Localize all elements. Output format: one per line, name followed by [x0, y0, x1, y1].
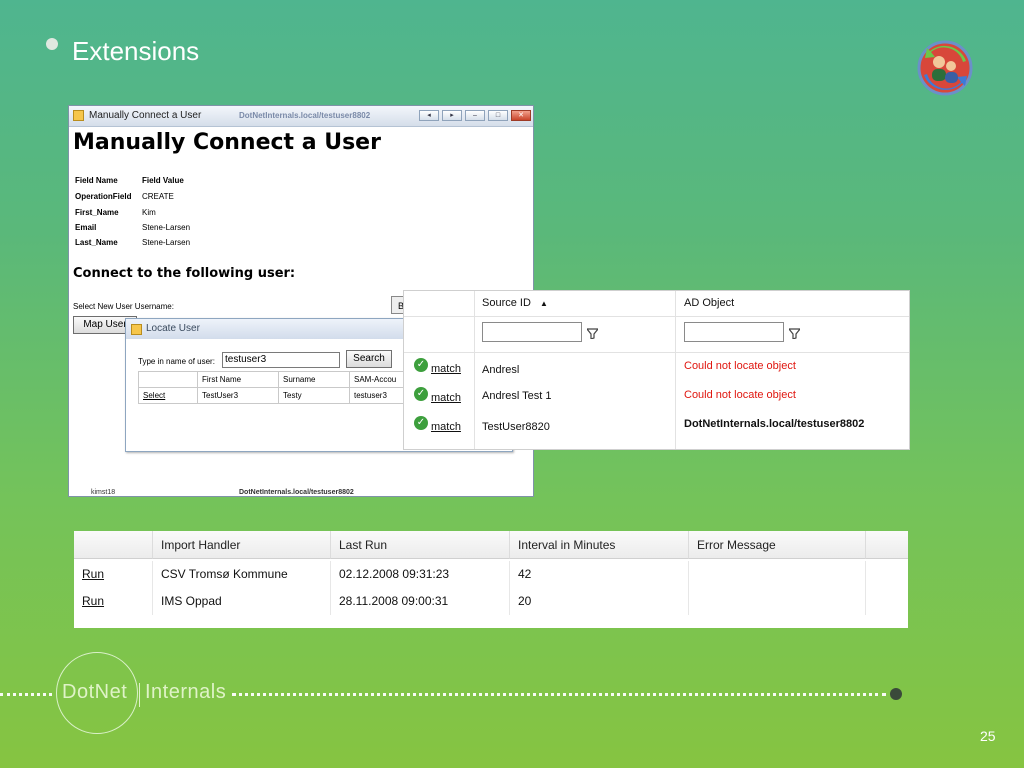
source-id-cell: TestUser8820 — [482, 421, 550, 433]
column-header[interactable]: Interval in Minutes — [510, 531, 689, 559]
page-number: 25 — [980, 728, 996, 744]
maximize-button[interactable]: □ — [488, 110, 508, 121]
funnel-icon[interactable] — [787, 328, 802, 342]
handler-cell: IMS Oppad — [153, 588, 331, 615]
back-button[interactable]: ◂ — [419, 110, 439, 121]
handler-cell: CSV Tromsø Kommune — [153, 561, 331, 588]
window-icon — [131, 324, 142, 335]
ad-object-filter-input[interactable] — [684, 322, 784, 342]
table-row-action: Run — [74, 561, 153, 588]
table-row-action: Run — [74, 588, 153, 615]
check-icon: ✓ — [414, 387, 428, 401]
sort-ascending-icon: ▲ — [539, 299, 548, 308]
field-name: OperationField — [75, 192, 132, 201]
window-title: Manually Connect a User — [89, 110, 202, 121]
field-value: Stene-Larsen — [142, 238, 191, 247]
table-row: Select TestUser3 Testy testuser3 — [138, 387, 438, 404]
column-header — [74, 531, 153, 559]
last-run-cell: 28.11.2008 09:00:31 — [331, 588, 510, 615]
check-icon: ✓ — [414, 416, 428, 430]
forward-button[interactable]: ▸ — [442, 110, 462, 121]
page-heading: Manually Connect a User — [73, 130, 381, 155]
footer-divider — [0, 693, 52, 698]
brand-left: DotNet — [62, 681, 128, 703]
field-value: CREATE — [142, 192, 174, 201]
column-header: First Name — [197, 371, 279, 388]
funnel-icon[interactable] — [585, 328, 600, 342]
field-value: Kim — [142, 208, 156, 217]
table-header-row: First Name Surname SAM-Accou — [138, 371, 438, 388]
window-titlebar: Manually Connect a User DotNetInternals.… — [69, 106, 533, 127]
field-value: Stene-Larsen — [142, 223, 191, 232]
surname-cell: Testy — [278, 387, 350, 404]
column-header[interactable]: Last Run — [331, 531, 510, 559]
select-link[interactable]: Select — [143, 391, 165, 400]
match-link[interactable]: match — [431, 363, 461, 375]
user-prompt-label: Type in name of user: — [138, 357, 215, 366]
ad-object-cell: DotNetInternals.local/testuser8802 — [684, 418, 865, 430]
column-header — [138, 371, 198, 388]
logo-icon — [917, 40, 973, 96]
select-username-label: Select New User Username: — [73, 302, 174, 311]
import-handler-grid: Import Handler Last Run Interval in Minu… — [74, 531, 908, 628]
column-header[interactable]: Error Message — [689, 531, 866, 559]
search-button[interactable]: Search — [346, 350, 392, 368]
source-id-cell: Andresl — [482, 364, 520, 376]
bullet-icon — [46, 38, 58, 50]
locate-results-table: First Name Surname SAM-Accou Select Test… — [138, 371, 438, 404]
check-icon: ✓ — [414, 358, 428, 372]
slide-title: Extensions — [72, 36, 200, 66]
field-name-header: Field Name — [75, 176, 118, 185]
source-match-grid: Source ID ▲ AD Object ✓ match Andresl Co… — [403, 290, 910, 450]
status-url: DotNetInternals.local/testuser8802 — [239, 489, 354, 496]
last-run-cell: 02.12.2008 09:31:23 — [331, 561, 510, 588]
window-url: DotNetInternals.local/testuser8802 — [239, 111, 371, 120]
field-name: Email — [75, 223, 97, 232]
user-name-input[interactable]: testuser3 — [222, 352, 340, 368]
source-id-filter-input[interactable] — [482, 322, 582, 342]
close-button[interactable]: ✕ — [511, 110, 531, 121]
footer-divider — [232, 693, 886, 698]
connect-heading: Connect to the following user: — [73, 266, 296, 281]
column-header: Surname — [278, 371, 350, 388]
interval-cell: 20 — [510, 588, 689, 615]
match-link[interactable]: match — [431, 392, 461, 404]
brand-right: Internals — [145, 681, 227, 703]
field-name: Last_Name — [75, 238, 118, 247]
minimize-button[interactable]: – — [465, 110, 485, 121]
window-statusbar: kimst18 DotNetInternals.local/testuser88… — [69, 489, 533, 496]
brand-separator — [139, 683, 140, 707]
error-cell — [689, 588, 866, 615]
source-id-header[interactable]: Source ID ▲ — [482, 297, 548, 309]
match-link[interactable]: match — [431, 421, 461, 433]
footer-end-dot — [890, 688, 902, 700]
source-id-cell: Andresl Test 1 — [482, 390, 552, 402]
dialog-title: Locate User — [146, 323, 200, 334]
field-value-header: Field Value — [142, 176, 184, 185]
first-name-cell: TestUser3 — [197, 387, 279, 404]
ad-object-cell: Could not locate object — [684, 389, 796, 401]
run-link[interactable]: Run — [82, 594, 104, 608]
interval-cell: 42 — [510, 561, 689, 588]
error-cell — [689, 561, 866, 588]
status-user: kimst18 — [91, 489, 116, 496]
field-name: First_Name — [75, 208, 119, 217]
run-link[interactable]: Run — [82, 567, 104, 581]
ad-object-header[interactable]: AD Object — [684, 297, 734, 309]
window-icon — [73, 110, 84, 121]
column-header[interactable]: Import Handler — [153, 531, 331, 559]
ad-object-cell: Could not locate object — [684, 360, 796, 372]
